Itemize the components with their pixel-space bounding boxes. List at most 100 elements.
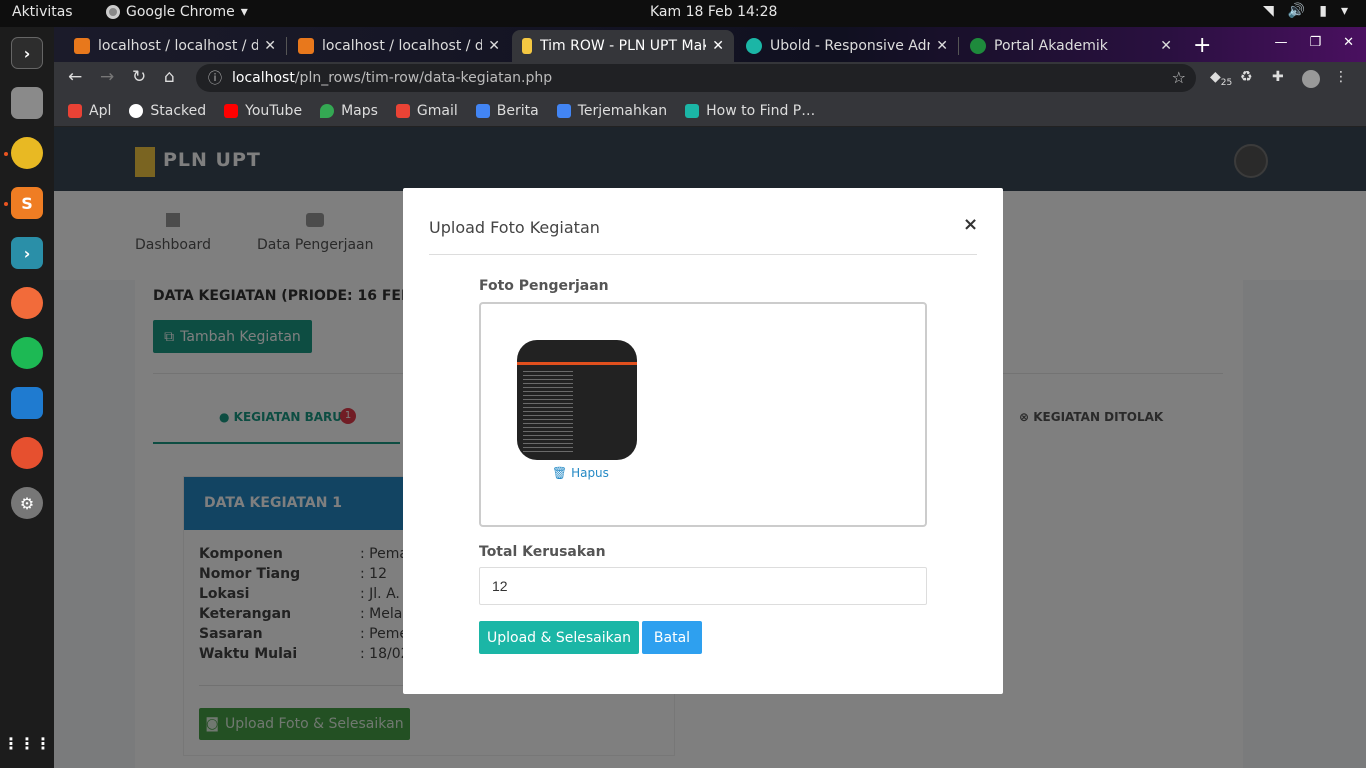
wifi-icon: ◥ — [1263, 3, 1274, 19]
close-icon[interactable]: ✕ — [1160, 38, 1172, 54]
back-icon[interactable]: ← — [68, 67, 82, 87]
thumbnail-detail — [517, 362, 637, 365]
gmail-icon — [395, 103, 410, 118]
maps-icon — [320, 103, 335, 118]
bookmark-maps[interactable]: Maps — [320, 103, 378, 119]
link-label: Hapus — [571, 466, 609, 480]
thumbnail-detail — [523, 368, 573, 454]
divider — [429, 254, 977, 255]
home-icon[interactable]: ⌂ — [164, 67, 175, 87]
app-menu[interactable]: Google Chrome ▾ — [106, 4, 248, 20]
bookmark-icon — [685, 103, 700, 118]
bookmark-stacked[interactable]: Stacked — [129, 103, 206, 119]
menu-kebab-icon[interactable]: ⋮ — [1334, 69, 1348, 85]
bookmark-how-to-find[interactable]: How to Find P… — [685, 103, 815, 119]
tab-separator — [286, 37, 287, 55]
bookmark-label: Gmail — [416, 102, 458, 119]
tab-title: Ubold - Responsive Adm — [770, 38, 931, 54]
portal-icon — [970, 38, 986, 54]
reload-icon[interactable]: ↻ — [132, 67, 146, 87]
system-tray[interactable]: ◥ 🔊 ▮ ▾ — [1263, 3, 1348, 19]
info-icon[interactable]: ⓘ — [208, 68, 222, 88]
restore-icon[interactable]: ❐ — [1309, 35, 1321, 50]
battery-icon: ▮ — [1319, 3, 1327, 19]
terminal-icon[interactable]: › — [11, 37, 43, 69]
tab-phpmyadmin-2[interactable]: localhost / localhost / d ✕ — [288, 30, 510, 62]
total-kerusakan-input[interactable] — [479, 567, 927, 605]
bookmark-star-icon[interactable]: ☆ — [1172, 68, 1186, 87]
bookmark-apl[interactable]: Apl — [68, 103, 111, 119]
address-bar[interactable]: ⓘ localhost/pln_rows/tim-row/data-kegiat… — [196, 64, 1196, 92]
close-icon[interactable]: ✕ — [936, 38, 948, 54]
profile-avatar[interactable] — [1302, 70, 1320, 88]
tab-title: Tim ROW - PLN UPT Mak — [540, 38, 707, 54]
close-icon[interactable]: ✕ — [264, 38, 276, 54]
bookmark-youtube[interactable]: YouTube — [224, 103, 302, 119]
foto-label: Foto Pengerjaan — [479, 278, 609, 294]
close-icon[interactable]: × — [963, 214, 978, 235]
ubold-icon — [746, 38, 762, 54]
bookmark-label: Berita — [496, 102, 539, 119]
apps-grid-icon — [68, 103, 82, 118]
clock[interactable]: Kam 18 Feb 14:28 — [650, 4, 777, 20]
tab-ubold[interactable]: Ubold - Responsive Adm ✕ — [736, 30, 958, 62]
tab-tim-row[interactable]: Tim ROW - PLN UPT Mak ✕ — [512, 30, 734, 62]
bookmark-label: How to Find P… — [706, 102, 816, 119]
extension-icon[interactable]: ◆25 — [1210, 69, 1232, 88]
recycle-extension-icon[interactable]: ♻ — [1240, 69, 1253, 85]
bookmark-label: Terjemahkan — [577, 102, 668, 119]
tab-title: Portal Akademik — [994, 38, 1108, 54]
dock: › S › ⚙ ⋮⋮⋮ — [0, 27, 54, 768]
extension-badge: 25 — [1220, 77, 1233, 88]
activities-button[interactable]: Aktivitas — [12, 4, 73, 20]
chrome-icon[interactable] — [11, 137, 43, 169]
modal-title: Upload Foto Kegiatan — [429, 218, 600, 237]
postman-icon[interactable] — [11, 287, 43, 319]
chevron-down-icon: ▾ — [1340, 3, 1348, 19]
tab-title: localhost / localhost / d — [98, 38, 259, 54]
close-icon[interactable]: ✕ — [712, 38, 724, 54]
forward-icon[interactable]: → — [100, 67, 114, 87]
chrome-window: localhost / localhost / d ✕ localhost / … — [54, 27, 1366, 768]
app-grid-icon[interactable]: ⋮⋮⋮ — [3, 727, 51, 759]
bookmark-label: Apl — [89, 102, 112, 119]
puzzle-icon[interactable]: ✚ — [1272, 69, 1284, 85]
firefox-icon[interactable] — [11, 437, 43, 469]
bookmarks-bar: Apl Stacked YouTube Maps Gmail Berita Te… — [54, 95, 1366, 127]
remove-photo-link[interactable]: 🗑 Hapus — [552, 466, 609, 480]
photo-dropzone[interactable]: 🗑 Hapus — [479, 302, 927, 527]
bookmark-gmail[interactable]: Gmail — [395, 102, 458, 119]
caret-down-icon: ▾ — [240, 4, 248, 20]
tab-portal-akademik[interactable]: Portal Akademik ✕ — [960, 30, 1182, 62]
bookmark-terjemahkan[interactable]: Terjemahkan — [556, 102, 668, 119]
settings-icon[interactable]: ⚙ — [11, 487, 43, 519]
batal-button[interactable]: Batal — [642, 621, 702, 654]
sublime-icon[interactable]: S — [11, 187, 43, 219]
bookmark-label: YouTube — [245, 102, 303, 119]
running-indicator — [4, 152, 8, 156]
app-menu-label: Google Chrome — [126, 4, 235, 20]
vscode-icon[interactable] — [11, 387, 43, 419]
close-window-icon[interactable]: ✕ — [1343, 35, 1354, 50]
upload-selesaikan-button[interactable]: Upload & Selesaikan — [479, 621, 639, 654]
news-icon — [475, 103, 490, 118]
tab-title: localhost / localhost / d — [322, 38, 483, 54]
url-host: localhost — [232, 70, 295, 86]
url-path: /pln_rows/tim-row/data-kegiatan.php — [294, 70, 553, 86]
tab-strip: localhost / localhost / d ✕ localhost / … — [54, 27, 1366, 62]
minimize-icon[interactable]: — — [1274, 35, 1287, 50]
sublime-merge-icon[interactable]: › — [11, 237, 43, 269]
phpmyadmin-icon — [298, 38, 314, 54]
new-tab-icon[interactable]: + — [1193, 33, 1211, 58]
translate-icon — [556, 103, 571, 118]
phpmyadmin-icon — [74, 38, 90, 54]
close-icon[interactable]: ✕ — [488, 38, 500, 54]
files-icon[interactable] — [11, 87, 43, 119]
window-controls: — ❐ ✕ — [1274, 35, 1354, 50]
bookmark-berita[interactable]: Berita — [475, 102, 539, 119]
web-page: PLN UPT Dashboard Data Pengerjaan DATA K… — [54, 127, 1366, 768]
tab-separator — [958, 37, 959, 55]
photo-thumbnail — [517, 340, 637, 460]
spotify-icon[interactable] — [11, 337, 43, 369]
tab-phpmyadmin-1[interactable]: localhost / localhost / d ✕ — [64, 30, 286, 62]
